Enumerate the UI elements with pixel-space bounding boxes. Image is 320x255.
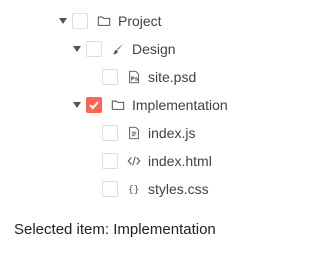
folder-icon xyxy=(96,13,112,29)
tree-item-checkbox[interactable] xyxy=(102,153,118,169)
tree-item-project[interactable]: Project xyxy=(56,9,162,33)
tree-item-site-psd[interactable]: Ps site.psd xyxy=(86,65,196,89)
svg-text:Ps: Ps xyxy=(131,77,139,83)
tree-item-implementation[interactable]: Implementation xyxy=(70,93,228,117)
css-braces-icon: {} xyxy=(126,181,142,197)
brush-icon xyxy=(110,41,126,57)
collapse-toggle-icon[interactable] xyxy=(70,42,84,56)
tree-item-checkbox[interactable] xyxy=(86,41,102,57)
tree-item-label: index.js xyxy=(148,125,196,141)
tree-item-checkbox-checked[interactable] xyxy=(86,97,102,113)
checkmark-icon xyxy=(89,101,99,110)
tree-item-checkbox[interactable] xyxy=(102,181,118,197)
tree-item-label: Project xyxy=(118,13,162,29)
folder-icon xyxy=(110,97,126,113)
tree-item-styles-css[interactable]: {} styles.css xyxy=(86,177,209,201)
html-code-icon xyxy=(126,153,142,169)
javascript-file-icon xyxy=(126,125,142,141)
tree-item-index-js[interactable]: index.js xyxy=(86,121,195,145)
tree-item-checkbox[interactable] xyxy=(102,125,118,141)
tree-item-checkbox[interactable] xyxy=(102,69,118,85)
tree-item-label: Implementation xyxy=(132,97,228,113)
svg-text:{}: {} xyxy=(128,185,140,196)
selected-item-status: Selected item: Implementation xyxy=(14,221,216,238)
collapse-toggle-icon[interactable] xyxy=(70,98,84,112)
collapse-toggle-icon[interactable] xyxy=(56,14,70,28)
treeview: Project Design Ps site.psd Implementatio… xyxy=(0,0,259,210)
tree-item-design[interactable]: Design xyxy=(70,37,176,61)
tree-item-checkbox[interactable] xyxy=(72,13,88,29)
tree-item-label: styles.css xyxy=(148,181,209,197)
tree-item-label: index.html xyxy=(148,153,212,169)
tree-item-label: Design xyxy=(132,41,176,57)
tree-item-index-html[interactable]: index.html xyxy=(86,149,212,173)
tree-item-label: site.psd xyxy=(148,69,197,85)
photoshop-file-icon: Ps xyxy=(126,69,142,85)
